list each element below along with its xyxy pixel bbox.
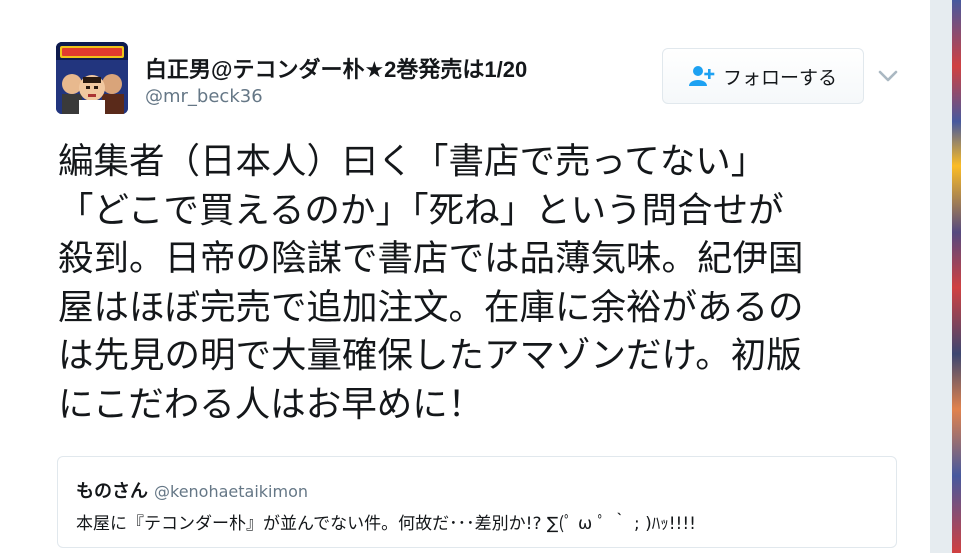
quoted-tweet-author-name: ものさん [76,481,148,502]
chevron-down-icon[interactable] [876,66,900,86]
tweet-text-line: 「どこで買えるのか」「死ね」という問合せが [58,189,784,231]
follow-button[interactable]: フォローする [662,48,864,104]
avatar-image [56,42,128,114]
tweet-text: 編集者（日本人）曰く「書店で売ってない」 「どこで買えるのか」「死ね」という問合… [58,138,898,430]
follow-button-label: フォローする [722,66,837,89]
add-user-icon [688,66,715,86]
page: 白正男@テコンダー朴★2巻発売は1/20 @mr_beck36 フォローする 編… [0,0,961,553]
tweet-text-line: 屋はほぼ完売で追加注文。在庫に余裕があるの [58,286,804,328]
page-background-edge [930,0,961,553]
tweet-card: 白正男@テコンダー朴★2巻発売は1/20 @mr_beck36 フォローする 編… [0,0,930,553]
tweet-text-line: は先見の明で大量確保したアマゾンだけ。初版 [58,335,802,377]
quoted-tweet-text: 本屋に『テコンダー朴』が並んでない件。何故だ･･･差別か!? ∑(ﾟ ω ﾟ ｀… [76,514,696,534]
profile-banner-strip [952,0,961,553]
avatar[interactable] [56,42,128,114]
author-handle[interactable]: @mr_beck36 [145,86,263,107]
tweet-text-line: 殺到。日帝の陰謀で書店では品薄気味。紀伊国 [58,238,804,280]
quoted-tweet[interactable]: ものさん @kenohaetaikimon 本屋に『テコンダー朴』が並んでない件。… [57,456,897,548]
quoted-tweet-header: ものさん @kenohaetaikimon [76,477,308,503]
quoted-tweet-author-handle: @kenohaetaikimon [154,482,309,501]
tweet-text-line: にこだわる人はお早めに！ [58,383,484,425]
author-name[interactable]: 白正男@テコンダー朴★2巻発売は1/20 [145,52,527,84]
tweet-text-line: 編集者（日本人）曰く「書店で売ってない」 [58,141,767,182]
